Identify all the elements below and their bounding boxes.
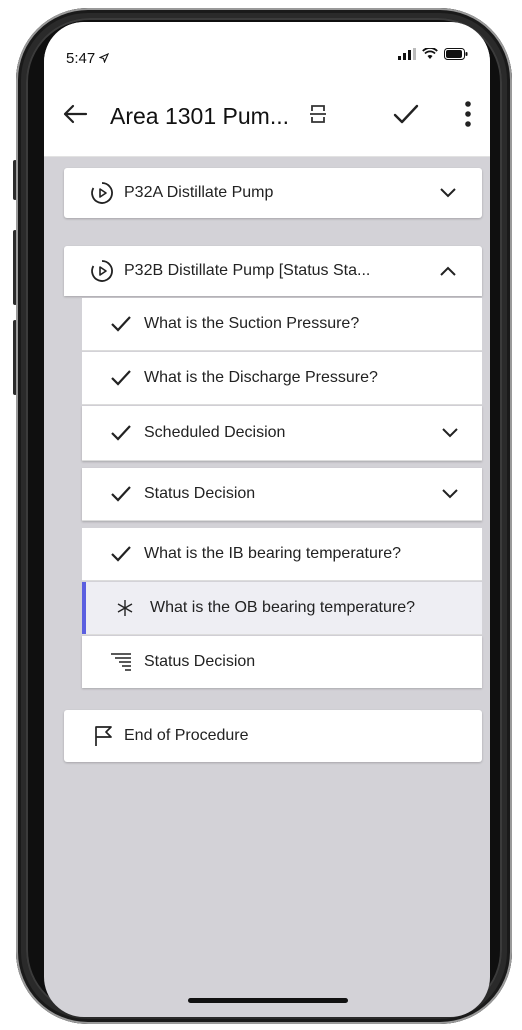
step-label: What is the Discharge Pressure? <box>144 369 378 386</box>
step-ib-bearing-temperature[interactable]: What is the IB bearing temperature? <box>82 528 482 581</box>
chevron-down-icon[interactable] <box>440 484 460 504</box>
page-title: Area 1301 Pum... <box>110 103 289 129</box>
step-label: What is the Suction Pressure? <box>144 315 360 332</box>
phone-screen: 5:47 Area 1301 Pum... P32A Distillate Pu… <box>44 22 490 1017</box>
status-bar: 5:47 <box>44 22 490 72</box>
check-icon <box>111 370 131 386</box>
back-arrow-icon[interactable] <box>60 99 90 129</box>
chevron-up-icon[interactable] <box>438 261 458 281</box>
complete-button[interactable] <box>388 96 424 132</box>
end-of-procedure-item[interactable]: End of Procedure <box>64 710 482 762</box>
app-bar: Area 1301 Pum... <box>44 72 490 157</box>
status-time: 5:47 <box>66 50 110 67</box>
decision-list-icon <box>111 653 131 671</box>
step-label: Scheduled Decision <box>144 424 286 441</box>
section-label: P32A Distillate Pump <box>124 184 274 201</box>
current-step-indicator <box>82 582 86 634</box>
section-p32b[interactable]: P32B Distillate Pump [Status Sta... <box>64 246 482 296</box>
wifi-icon <box>422 48 438 59</box>
check-icon <box>111 486 131 502</box>
step-scheduled-decision[interactable]: Scheduled Decision <box>82 406 482 461</box>
chevron-down-icon[interactable] <box>438 183 458 203</box>
end-label: End of Procedure <box>124 727 249 744</box>
play-circle-icon <box>91 182 113 204</box>
overflow-menu-button[interactable] <box>450 96 486 132</box>
check-icon <box>393 104 419 124</box>
step-suction-pressure[interactable]: What is the Suction Pressure? <box>82 298 482 351</box>
signal-icon <box>398 48 416 60</box>
location-arrow-icon <box>98 52 110 64</box>
asterisk-icon <box>117 600 133 616</box>
collapse-icon <box>310 105 326 123</box>
battery-icon <box>444 48 468 60</box>
check-icon <box>111 546 131 562</box>
step-label: What is the OB bearing temperature? <box>150 599 416 616</box>
step-label: Status Decision <box>144 485 256 502</box>
step-label: Status Decision <box>144 653 256 670</box>
check-icon <box>111 425 131 441</box>
more-vert-icon <box>465 101 471 127</box>
step-discharge-pressure[interactable]: What is the Discharge Pressure? <box>82 352 482 405</box>
step-status-decision[interactable]: Status Decision <box>82 468 482 521</box>
step-ob-bearing-temperature[interactable]: What is the OB bearing temperature? <box>82 582 482 635</box>
section-p32a[interactable]: P32A Distillate Pump <box>64 168 482 218</box>
play-circle-icon <box>91 260 113 282</box>
section-label: P32B Distillate Pump [Status Sta... <box>124 262 371 279</box>
status-icons <box>398 48 468 60</box>
collapse-all-button[interactable] <box>300 96 336 132</box>
step-status-decision-pending[interactable]: Status Decision <box>82 636 482 688</box>
step-label: What is the IB bearing temperature? <box>144 545 402 562</box>
check-icon <box>111 316 131 332</box>
chevron-down-icon[interactable] <box>440 423 460 443</box>
flag-icon <box>95 726 112 746</box>
home-indicator[interactable] <box>188 998 348 1003</box>
